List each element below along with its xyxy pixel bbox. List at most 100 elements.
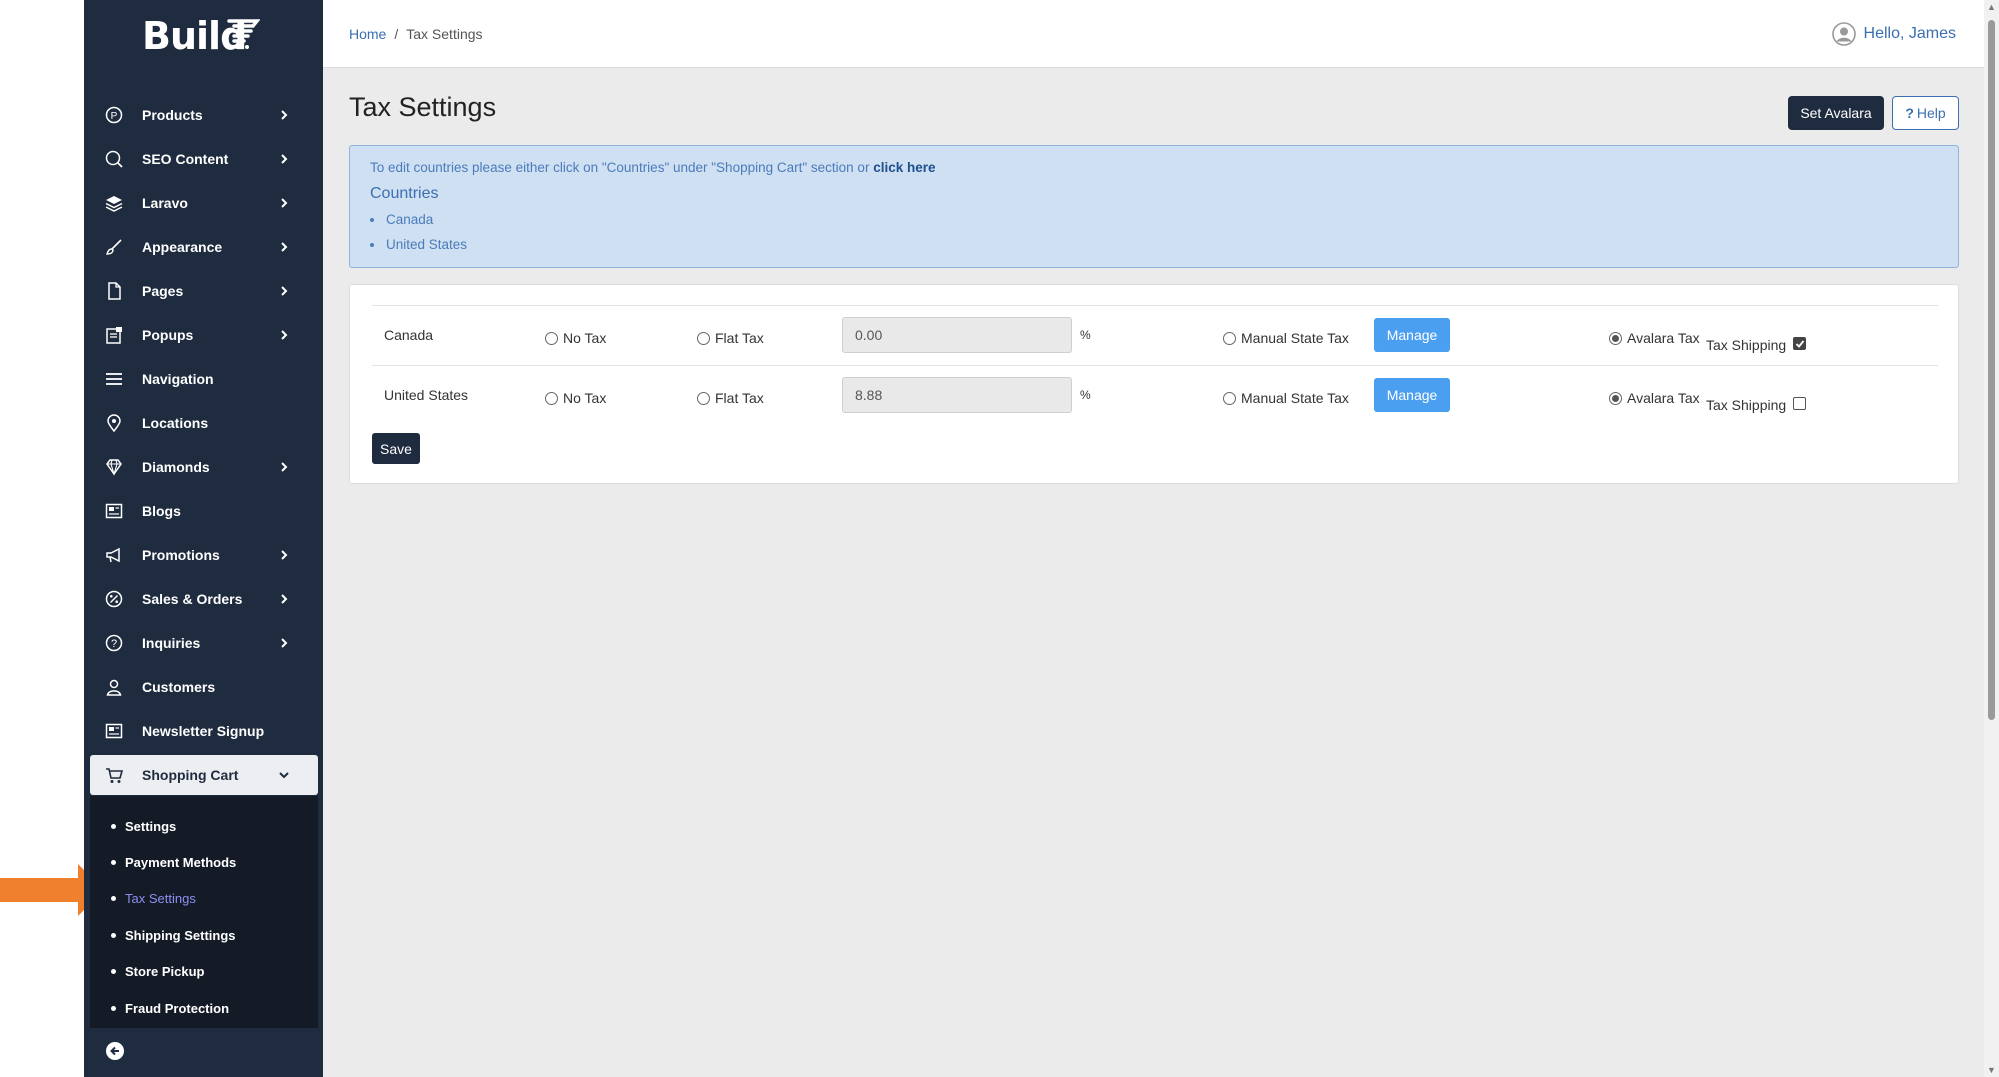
tax-settings-card: United States No Tax Flat Tax 8.88% Manual S… <box>349 284 1959 484</box>
sidebar-item-promotions[interactable]: Promotions <box>84 535 323 575</box>
sidebar-item-pages[interactable]: Pages <box>84 271 323 311</box>
scrollbar-thumb[interactable] <box>1988 20 1995 720</box>
scroll-down-icon[interactable]: ▼ <box>1987 1065 1996 1075</box>
sidebar-item-appearance[interactable]: Appearance <box>84 227 323 267</box>
chevron-right-icon <box>276 283 292 299</box>
sidebar-item-customers[interactable]: Customers <box>84 667 323 707</box>
flat-tax-rate-input[interactable]: 8.88 <box>842 377 1072 413</box>
sidebar-item-laravo[interactable]: Laravo <box>84 183 323 223</box>
breadcrumb: Home / Tax Settings <box>349 26 483 42</box>
megaphone-icon <box>104 545 124 565</box>
submenu-item-payment-methods[interactable]: Payment Methods <box>90 848 318 876</box>
manage-button[interactable]: Manage <box>1374 378 1450 412</box>
diamond-icon <box>104 457 124 477</box>
sidebar-item-products[interactable]: P Products <box>84 95 323 135</box>
set-avalara-button[interactable]: Set Avalara <box>1788 96 1884 130</box>
breadcrumb-home-link[interactable]: Home <box>349 26 386 42</box>
sidebar-item-seo-content[interactable]: SEO Content <box>84 139 323 179</box>
manual-state-tax-radio[interactable]: Manual State Tax <box>1223 390 1349 406</box>
sidebar-item-popups[interactable]: Popups <box>84 315 323 355</box>
radio-circle[interactable] <box>1223 391 1236 405</box>
sidebar-item-label: Customers <box>142 679 216 695</box>
chevron-right-icon <box>276 327 292 343</box>
sidebar-item-locations[interactable]: Locations <box>84 403 323 443</box>
avalara-tax-radio[interactable]: Avalara Tax <box>1609 330 1700 346</box>
top-bar: Home / Tax Settings Hello, James <box>323 0 1984 68</box>
submenu-item-store-pickup[interactable]: Store Pickup <box>90 957 318 985</box>
help-button[interactable]: ? Help <box>1892 96 1959 130</box>
sidebar-item-label: Promotions <box>142 547 220 563</box>
shopping-cart-submenu: Settings Payment Methods Tax Settings Shipp… <box>90 796 318 1028</box>
radio-label: Avalara Tax <box>1627 390 1700 406</box>
save-button[interactable]: Save <box>372 433 420 464</box>
radio-label: Avalara Tax <box>1627 330 1700 346</box>
tax-shipping-checkbox[interactable] <box>1793 397 1806 410</box>
radio-circle[interactable] <box>1609 391 1622 405</box>
bullet <box>111 823 116 829</box>
user-icon <box>104 677 124 697</box>
submenu-item-fraud-protection[interactable]: Fraud Protection <box>90 994 318 1022</box>
chevron-right-icon <box>276 151 292 167</box>
main-content: Home / Tax Settings Hello, James Tax Setti… <box>323 0 1984 1077</box>
radio-label: Manual State Tax <box>1241 330 1349 346</box>
click-here-link[interactable]: click here <box>873 160 935 175</box>
manage-button[interactable]: Manage <box>1374 318 1450 352</box>
sidebar-item-blogs[interactable]: Blogs <box>84 491 323 531</box>
sidebar-item-label: Inquiries <box>142 635 201 651</box>
page-title: Tax Settings <box>349 92 497 122</box>
submenu-item-label: Settings <box>125 818 177 834</box>
manual-state-tax-radio[interactable]: Manual State Tax <box>1223 330 1349 346</box>
sidebar-item-sales-orders[interactable]: Sales & Orders <box>84 579 323 619</box>
logo-cart-icon <box>227 19 260 49</box>
radio-circle[interactable] <box>697 391 710 405</box>
flat-tax-radio[interactable]: Flat Tax <box>697 390 764 406</box>
countries-title: Countries <box>370 185 439 202</box>
sidebar-item-label: Shopping Cart <box>142 767 239 783</box>
submenu-item-tax-settings[interactable]: Tax Settings <box>90 884 318 912</box>
sidebar-item-label: Blogs <box>142 503 181 519</box>
no-tax-radio[interactable]: No Tax <box>545 390 606 406</box>
submenu-item-shipping-settings[interactable]: Shipping Settings <box>90 921 318 949</box>
tax-shipping-label: Tax Shipping <box>1706 337 1787 353</box>
sidebar-item-diamonds[interactable]: Diamonds <box>84 447 323 487</box>
user-avatar-icon <box>1831 22 1856 46</box>
bullet <box>111 932 116 938</box>
sidebar-item-shopping-cart[interactable]: Shopping Cart <box>90 755 318 795</box>
radio-label: Flat Tax <box>715 390 764 406</box>
chevron-right-icon <box>276 459 292 475</box>
submenu-item-settings[interactable]: Settings <box>90 812 318 840</box>
flat-tax-radio[interactable]: Flat Tax <box>697 330 764 346</box>
radio-circle[interactable] <box>545 331 558 345</box>
help-label: Help <box>1916 105 1946 121</box>
svg-text:?: ? <box>111 638 117 650</box>
tax-shipping-label: Tax Shipping <box>1706 397 1787 413</box>
brand-logo[interactable]: Build <box>142 14 260 58</box>
sidebar-item-navigation[interactable]: Navigation <box>84 359 323 399</box>
chevron-right-icon <box>276 635 292 651</box>
percent-sign: % <box>1080 388 1091 402</box>
help-icon: ? <box>1905 105 1914 121</box>
avalara-tax-radio[interactable]: Avalara Tax <box>1609 390 1700 406</box>
radio-circle[interactable] <box>545 391 558 405</box>
list-item: United States <box>370 232 1938 257</box>
tax-shipping-checkbox[interactable] <box>1793 337 1806 350</box>
scroll-up-icon[interactable]: ▲ <box>1987 2 1996 12</box>
collapse-sidebar-icon[interactable] <box>106 1042 124 1060</box>
bullet <box>111 859 116 865</box>
cart-icon <box>104 765 124 785</box>
flat-tax-rate-input[interactable]: 0.00 <box>842 317 1072 353</box>
user-menu[interactable]: Hello, James <box>1831 22 1956 46</box>
page-icon <box>104 281 124 301</box>
chevron-right-icon <box>276 195 292 211</box>
sidebar-item-inquiries[interactable]: ? Inquiries <box>84 623 323 663</box>
radio-circle[interactable] <box>697 331 710 345</box>
bullet <box>111 968 116 974</box>
radio-circle[interactable] <box>1609 331 1622 345</box>
submenu-item-label: Fraud Protection <box>125 1000 230 1016</box>
products-icon: P <box>104 105 124 125</box>
sidebar-item-newsletter-signup[interactable]: Newsletter Signup <box>84 711 323 751</box>
svg-text:P: P <box>111 111 118 122</box>
no-tax-radio[interactable]: No Tax <box>545 330 606 346</box>
page-scrollbar[interactable]: ▲ ▼ <box>1984 0 1999 1077</box>
radio-circle[interactable] <box>1223 331 1236 345</box>
